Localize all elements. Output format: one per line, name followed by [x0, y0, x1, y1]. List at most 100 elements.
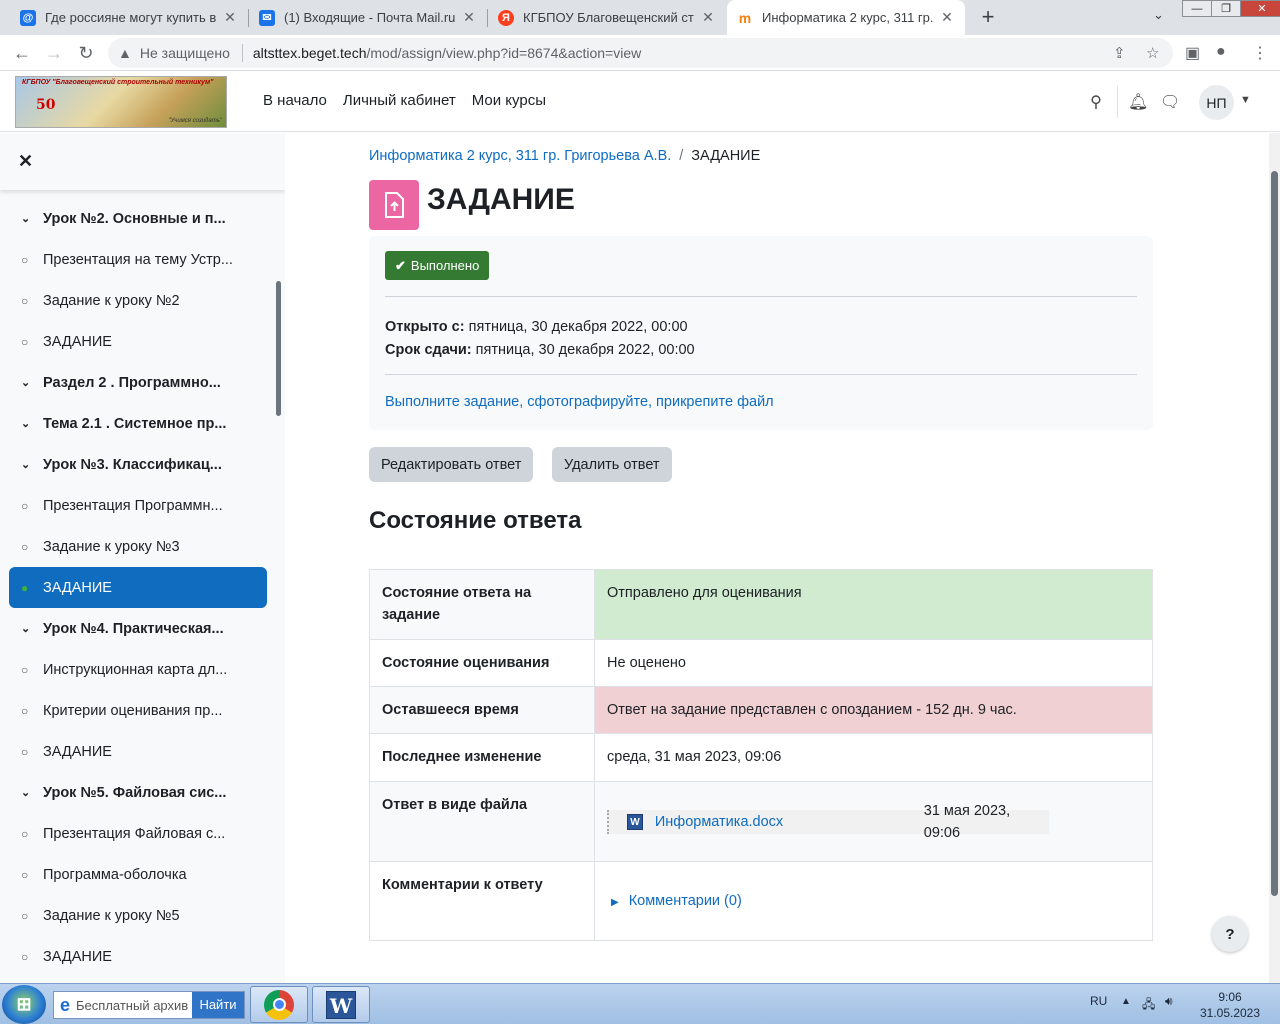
course-index-item[interactable]: ○ ЗАДАНИЕ: [9, 321, 267, 362]
breadcrumb-separator: /: [679, 148, 684, 164]
course-index-item[interactable]: ○ Презентация на тему Устр...: [9, 239, 267, 280]
search-icon[interactable]: ⚲: [1086, 92, 1106, 112]
comments-toggle[interactable]: ▶ Комментарии (0): [611, 890, 1140, 914]
course-index-label: Программа-оболочка: [43, 866, 187, 883]
browser-tab-2[interactable]: ✉ (1) Входящие - Почта Mail.ru ✕: [249, 0, 487, 35]
browser-tab-1[interactable]: @ Где россияне могут купить валю ✕: [10, 0, 248, 35]
course-index-section[interactable]: ⌄ Урок №3. Классификац...: [9, 444, 267, 485]
taskbar-search-box[interactable]: e Бесплатный архив Найти: [53, 991, 245, 1019]
close-tab-icon[interactable]: ✕: [461, 9, 477, 26]
completion-circle-icon: ○: [21, 744, 29, 759]
page-scrollbar-thumb[interactable]: [1271, 171, 1278, 896]
close-tab-icon[interactable]: ✕: [700, 9, 716, 26]
completion-circle-icon: ○: [21, 826, 29, 841]
course-index-section[interactable]: ⌄ Урок №4. Практическая...: [9, 608, 267, 649]
comments-link[interactable]: Комментарии (0): [629, 893, 742, 909]
share-icon[interactable]: ⇪: [1113, 44, 1126, 62]
course-index-item[interactable]: ○ Программа-оболочка: [9, 854, 267, 895]
file-submission-cell: W Информатика.docx 31 мая 2023, 09:06: [594, 781, 1153, 862]
minimize-icon[interactable]: —: [1182, 0, 1212, 17]
grading-status-label: Состояние оценивания: [369, 639, 595, 687]
back-arrow-icon[interactable]: ←: [10, 41, 34, 65]
course-index-section[interactable]: ⌄ Раздел 2 . Программно...: [9, 362, 267, 403]
close-tab-icon[interactable]: ✕: [939, 9, 955, 26]
course-index-label: Задание к уроку №3: [43, 538, 180, 555]
course-index-label: Презентация на тему Устр...: [43, 251, 233, 268]
submission-status-table: Состояние ответа на задание Отправлено д…: [369, 569, 1153, 941]
forward-arrow-icon[interactable]: →: [42, 41, 66, 65]
help-button[interactable]: ?: [1212, 916, 1248, 952]
course-index-item[interactable]: ● ЗАДАНИЕ: [9, 567, 267, 608]
page-title: ЗАДАНИЕ: [427, 183, 575, 216]
completion-status-label: Выполнено: [410, 258, 480, 273]
assignment-icon: [369, 180, 419, 230]
course-index-label: Урок №4. Практическая...: [43, 620, 224, 637]
logo-title: КГБПОУ "Благовещенский строительный техн…: [22, 79, 214, 86]
taskbar-chrome-app[interactable]: [250, 986, 308, 1023]
start-button-windows-icon[interactable]: ⊞: [2, 985, 46, 1024]
course-index-item[interactable]: ○ Задание к уроку №3: [9, 526, 267, 567]
college-logo[interactable]: КГБПОУ "Благовещенский строительный техн…: [15, 76, 227, 128]
breadcrumb-course-link[interactable]: Информатика 2 курс, 311 гр. Григорьева А…: [369, 148, 671, 164]
course-index-item[interactable]: ○ ЗАДАНИЕ: [9, 731, 267, 772]
user-avatar[interactable]: НП: [1199, 85, 1234, 120]
language-indicator[interactable]: RU: [1090, 994, 1107, 1008]
course-index-section[interactable]: ⌄ Урок №5. Файловая сис...: [9, 772, 267, 813]
chevron-down-icon[interactable]: ▼: [1240, 94, 1251, 106]
course-index-item[interactable]: ○ Инструкционная карта дл...: [9, 649, 267, 690]
tab-search-chevron-icon[interactable]: ⌄: [1153, 7, 1164, 23]
course-index-section[interactable]: ⌄ Урок №2. Основные и п...: [9, 198, 267, 239]
drawer-scrollbar[interactable]: [276, 281, 281, 416]
course-index-item[interactable]: ○ Презентация Программн...: [9, 485, 267, 526]
remove-submission-button[interactable]: Удалить ответ: [552, 447, 672, 482]
url-host: altsttex.beget.tech: [252, 45, 367, 61]
course-index-section[interactable]: ⌄ Тема 2.1 . Системное пр...: [9, 403, 267, 444]
volume-icon[interactable]: 🔊︎: [1165, 994, 1173, 1009]
tray-expand-icon[interactable]: ▲: [1121, 996, 1131, 1007]
address-bar[interactable]: ▲ Не защищено altsttex.beget.tech /mod/a…: [108, 38, 1173, 68]
notification-bell-icon[interactable]: 🔔︎: [1128, 92, 1148, 112]
completion-dot-icon: ●: [21, 580, 29, 595]
completion-circle-icon: ○: [21, 949, 29, 964]
course-index-item[interactable]: ○ Задание к уроку №2: [9, 280, 267, 321]
browser-tab-4-active[interactable]: m Информатика 2 курс, 311 гр. Гри ✕: [727, 0, 965, 35]
nav-my-courses[interactable]: Мои курсы: [472, 92, 546, 109]
window-close-icon[interactable]: ✕: [1240, 0, 1280, 17]
taskbar-word-app[interactable]: W: [312, 986, 370, 1023]
assignment-instructions[interactable]: Выполните задание, сфотографируйте, прик…: [385, 394, 774, 410]
omnibox-divider: [241, 44, 243, 62]
reload-icon[interactable]: ↻: [74, 41, 98, 65]
browser-tab-3[interactable]: Я КГБПОУ Благовещенский строит ✕: [488, 0, 726, 35]
bookmark-star-icon[interactable]: ☆: [1146, 44, 1159, 62]
new-tab-button[interactable]: +: [977, 5, 999, 29]
file-link[interactable]: Информатика.docx: [655, 811, 924, 833]
taskbar-search-button[interactable]: Найти: [192, 992, 244, 1018]
course-index-label: ЗАДАНИЕ: [43, 579, 112, 596]
course-index-label: Задание к уроку №5: [43, 907, 180, 924]
warning-triangle-icon[interactable]: ▲: [118, 45, 132, 61]
network-icon[interactable]: 🖧: [1142, 995, 1155, 1016]
course-index-item[interactable]: ○ Задание к уроку №5: [9, 895, 267, 936]
browser-menu-icon[interactable]: ⋮: [1252, 43, 1268, 63]
profile-icon[interactable]: ●: [1216, 43, 1226, 61]
sidepanel-icon[interactable]: ▣: [1185, 43, 1200, 63]
course-index-item[interactable]: ○ Презентация Файловая с...: [9, 813, 267, 854]
course-index-item[interactable]: ○ ЗАДАНИЕ: [9, 936, 267, 977]
nav-dashboard[interactable]: Личный кабинет: [343, 92, 456, 109]
close-drawer-icon[interactable]: ✕: [18, 151, 33, 172]
page-scrollbar[interactable]: [1269, 133, 1280, 983]
edit-submission-button[interactable]: Редактировать ответ: [369, 447, 534, 482]
close-tab-icon[interactable]: ✕: [222, 9, 238, 26]
table-row: Ответ в виде файла W Информатика.docx 31…: [369, 781, 1153, 862]
course-index-label: Задание к уроку №2: [43, 292, 180, 309]
taskbar-search-input[interactable]: Бесплатный архив: [76, 998, 192, 1013]
nav-home[interactable]: В начало: [263, 92, 327, 109]
course-index-item[interactable]: ○ Критерии оценивания пр...: [9, 690, 267, 731]
time-remaining-value: Ответ на задание представлен с опоздание…: [594, 686, 1153, 734]
messages-icon[interactable]: 🗨︎: [1160, 92, 1180, 112]
activity-dates: Открыто с: пятница, 30 декабря 2022, 00:…: [385, 316, 695, 362]
completion-circle-icon: ○: [21, 498, 29, 513]
taskbar-clock[interactable]: 9:06 31.05.2023: [1192, 989, 1268, 1021]
mail-at-icon: @: [20, 9, 36, 26]
restore-icon[interactable]: ❐: [1211, 0, 1241, 17]
